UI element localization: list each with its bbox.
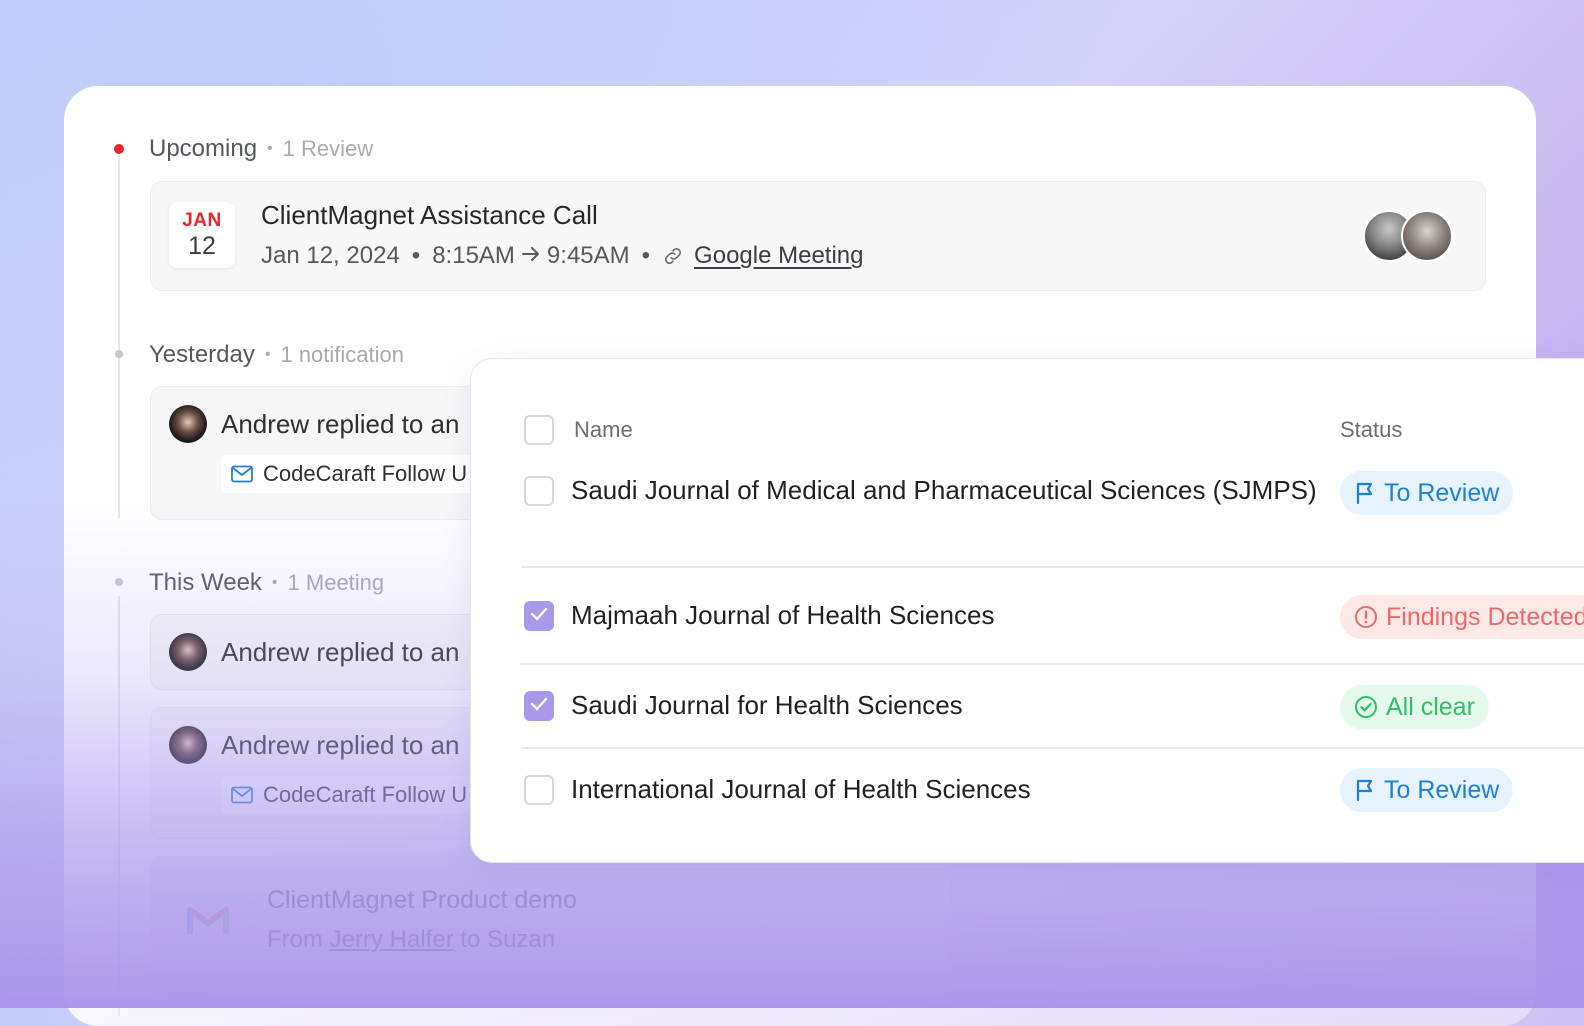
email-thread-chip[interactable]: CodeCaraft Follow U (221, 455, 482, 493)
link-icon (662, 245, 684, 267)
upcoming-dot (114, 144, 124, 154)
section-upcoming: Upcoming • 1 Review (149, 135, 374, 162)
section-this-week: This Week • 1 Meeting (149, 569, 385, 596)
section-yesterday: Yesterday • 1 notification (149, 341, 404, 368)
email-card[interactable]: ClientMagnet Product demo From Jerry Hal… (150, 856, 950, 996)
event-start-time: 8:15AM (432, 242, 515, 269)
email-subject: CodeCaraft Follow U (263, 782, 468, 807)
select-all-checkbox[interactable] (524, 415, 554, 445)
email-recipient: to Suzan (460, 926, 556, 953)
flag-icon (1354, 481, 1376, 505)
journals-table-card: Name Status Saudi Journal of Medical and… (470, 358, 1584, 863)
calendar-day: 12 (188, 232, 216, 260)
timeline-line (118, 596, 120, 1016)
avatar (169, 633, 207, 671)
journal-name: Saudi Journal for Health Sciences (571, 690, 963, 720)
section-meta: 1 notification (280, 342, 404, 367)
timeline-dot (115, 350, 123, 358)
check-icon (530, 697, 548, 716)
gmail-icon (186, 904, 230, 943)
google-meeting-link[interactable]: Google Meeting (694, 242, 863, 270)
section-title: Upcoming (149, 135, 258, 162)
avatar (169, 726, 207, 764)
timeline-line (118, 156, 120, 518)
event-meta: Jan 12, 2024 • 8:15AM 9:45AM • Google Me… (261, 242, 864, 270)
row-checkbox[interactable] (524, 691, 554, 721)
status-label: To Review (1384, 775, 1500, 804)
row-divider (521, 566, 1584, 568)
timeline-dot (115, 578, 123, 586)
email-thread-chip[interactable]: CodeCaraft Follow U (221, 776, 482, 814)
notification-text: Andrew replied to an (221, 409, 460, 439)
event-title: ClientMagnet Assistance Call (261, 200, 598, 230)
event-date: Jan 12, 2024 (261, 242, 400, 269)
row-divider (521, 663, 1584, 665)
column-header-name[interactable]: Name (574, 417, 633, 443)
check-icon (530, 607, 548, 626)
row-checkbox[interactable] (524, 601, 554, 631)
section-title: This Week (149, 569, 262, 596)
calendar-month: JAN (182, 210, 222, 231)
calendar-badge: JAN 12 (169, 202, 235, 268)
notification-text: Andrew replied to an (221, 637, 460, 667)
mail-icon (231, 786, 253, 804)
email-sender[interactable]: Jerry Halfer (330, 926, 454, 953)
email-title: ClientMagnet Product demo (267, 886, 577, 914)
attendee-avatars[interactable] (1363, 210, 1455, 262)
status-badge[interactable]: Findings Detected (1340, 595, 1584, 639)
status-badge[interactable]: All clear (1340, 685, 1489, 729)
section-meta: 1 Meeting (287, 570, 385, 595)
status-label: All clear (1386, 692, 1475, 721)
journal-name: Majmaah Journal of Health Sciences (571, 600, 995, 630)
status-label: To Review (1384, 478, 1500, 507)
email-from-label: From (267, 926, 323, 953)
status-badge[interactable]: To Review (1340, 768, 1514, 812)
section-title: Yesterday (149, 341, 255, 368)
status-label: Findings Detected (1386, 602, 1584, 631)
status-badge[interactable]: To Review (1340, 471, 1514, 515)
mail-icon (231, 465, 253, 483)
row-divider (521, 747, 1584, 749)
email-from: From Jerry Halfer to Suzan (267, 926, 555, 954)
row-checkbox[interactable] (524, 476, 554, 506)
alert-circle-icon (1354, 605, 1378, 629)
journal-name: Saudi Journal of Medical and Pharmaceuti… (571, 475, 1317, 505)
avatar (1401, 210, 1453, 262)
flag-icon (1354, 778, 1376, 802)
event-end-time: 9:45AM (546, 242, 630, 269)
notification-text: Andrew replied to an (221, 730, 460, 760)
arrow-right-icon (521, 242, 541, 270)
column-header-status[interactable]: Status (1340, 417, 1402, 443)
event-card[interactable]: JAN 12 ClientMagnet Assistance Call Jan … (150, 181, 1486, 291)
check-circle-icon (1354, 695, 1378, 719)
journal-name: International Journal of Health Sciences (571, 774, 1031, 804)
email-subject: CodeCaraft Follow U (263, 461, 468, 486)
avatar (169, 405, 207, 443)
section-meta: 1 Review (282, 136, 374, 161)
row-checkbox[interactable] (524, 775, 554, 805)
